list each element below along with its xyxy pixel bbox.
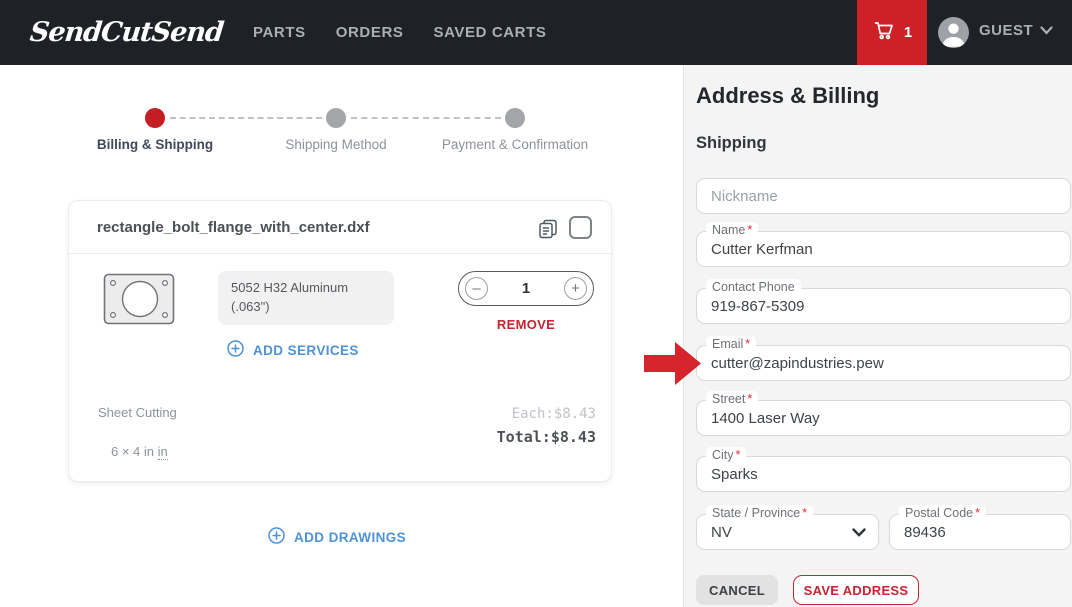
add-services-label: ADD SERVICES bbox=[253, 343, 359, 358]
price-each-label: Each: bbox=[512, 406, 554, 422]
quantity-decrease-button[interactable]: – bbox=[465, 277, 488, 300]
price-total-label: Total: bbox=[497, 428, 551, 446]
city-input[interactable] bbox=[697, 457, 1070, 491]
price-each-value: $8.43 bbox=[554, 406, 596, 422]
nav-item-orders[interactable]: ORDERS bbox=[336, 24, 404, 41]
part-dimensions: 6 × 4 in in bbox=[111, 444, 168, 459]
required-asterisk: * bbox=[747, 223, 752, 237]
duplicate-part-icon[interactable] bbox=[536, 217, 560, 241]
email-label: Email* bbox=[706, 336, 756, 352]
cart-count-badge: 1 bbox=[904, 24, 912, 41]
chevron-down-icon bbox=[852, 524, 866, 541]
nav-item-parts[interactable]: PARTS bbox=[253, 24, 306, 41]
step-label-billing-shipping[interactable]: Billing & Shipping bbox=[75, 137, 235, 152]
user-menu-label: GUEST bbox=[979, 22, 1033, 39]
name-field: Name* bbox=[696, 231, 1071, 267]
name-label: Name* bbox=[706, 222, 758, 238]
contact-phone-label-text: Contact Phone bbox=[712, 280, 795, 294]
postal-code-label-text: Postal Code bbox=[905, 506, 973, 520]
nickname-input[interactable] bbox=[697, 179, 1070, 213]
price-total-value: $8.43 bbox=[551, 428, 596, 446]
state-province-label-text: State / Province bbox=[712, 506, 800, 520]
street-label: Street* bbox=[706, 391, 758, 407]
email-label-text: Email bbox=[712, 337, 743, 351]
required-asterisk: * bbox=[975, 506, 980, 520]
state-province-label: State / Province* bbox=[706, 505, 813, 521]
step-label-payment-confirmation[interactable]: Payment & Confirmation bbox=[435, 137, 595, 152]
dimensions-value: 6 × 4 in bbox=[111, 444, 154, 459]
chevron-down-icon bbox=[1040, 22, 1053, 39]
street-label-text: Street bbox=[712, 392, 745, 406]
cart-button[interactable]: 1 bbox=[857, 0, 927, 65]
add-drawings-label: ADD DRAWINGS bbox=[294, 530, 406, 545]
remove-part-link[interactable]: REMOVE bbox=[458, 317, 594, 332]
add-services-link[interactable]: ADD SERVICES bbox=[227, 340, 359, 360]
panel-title: Address & Billing bbox=[696, 83, 879, 109]
postal-code-label: Postal Code* bbox=[899, 505, 986, 521]
sendcutsend-logo[interactable]: SendCutSend bbox=[28, 17, 224, 48]
top-nav-bar: SendCutSend PARTS ORDERS SAVED CARTS 1 G… bbox=[0, 0, 1072, 65]
name-label-text: Name bbox=[712, 223, 745, 237]
postal-code-field: Postal Code* bbox=[889, 514, 1071, 550]
price-each: Each:$8.43 bbox=[512, 406, 596, 422]
step-dot-shipping-method[interactable] bbox=[326, 108, 346, 128]
step-connector bbox=[170, 117, 322, 119]
plus-circle-icon bbox=[268, 527, 285, 547]
step-dot-payment-confirmation[interactable] bbox=[505, 108, 525, 128]
email-field: Email* bbox=[696, 345, 1071, 381]
quantity-input[interactable] bbox=[506, 280, 546, 297]
state-province-field: State / Province* NV bbox=[696, 514, 879, 550]
state-province-value: NV bbox=[711, 524, 732, 541]
city-label-text: City bbox=[712, 448, 734, 462]
street-field: Street* bbox=[696, 400, 1071, 436]
price-total: Total:$8.43 bbox=[497, 428, 596, 446]
shipping-section-heading: Shipping bbox=[696, 134, 767, 153]
required-asterisk: * bbox=[802, 506, 807, 520]
part-thumbnail bbox=[103, 273, 175, 330]
plus-circle-icon bbox=[227, 340, 244, 360]
process-label: Sheet Cutting bbox=[98, 405, 177, 420]
quantity-increase-button[interactable]: + bbox=[564, 277, 587, 300]
nickname-field bbox=[696, 178, 1071, 214]
step-connector bbox=[351, 117, 501, 119]
step-dot-billing-shipping[interactable] bbox=[145, 108, 165, 128]
select-part-checkbox[interactable] bbox=[569, 216, 592, 239]
cancel-button[interactable]: CANCEL bbox=[696, 575, 778, 605]
main-nav: PARTS ORDERS SAVED CARTS bbox=[253, 24, 547, 41]
required-asterisk: * bbox=[745, 337, 750, 351]
contact-phone-label: Contact Phone bbox=[706, 279, 801, 295]
material-chip: 5052 H32 Aluminum (.063") bbox=[218, 271, 394, 325]
cart-item-card: rectangle_bolt_flange_with_center.dxf 50… bbox=[68, 200, 612, 482]
save-address-button[interactable]: SAVE ADDRESS bbox=[793, 575, 919, 605]
step-label-shipping-method[interactable]: Shipping Method bbox=[256, 137, 416, 152]
add-drawings-link[interactable]: ADD DRAWINGS bbox=[268, 527, 406, 547]
required-asterisk: * bbox=[747, 392, 752, 406]
avatar[interactable] bbox=[938, 17, 969, 48]
cart-icon bbox=[872, 18, 896, 47]
user-menu[interactable]: GUEST bbox=[979, 22, 1053, 39]
address-billing-panel: Address & Billing Shipping Name* Contact… bbox=[683, 65, 1072, 607]
nav-item-saved-carts[interactable]: SAVED CARTS bbox=[433, 24, 546, 41]
dimensions-unit-tooltip[interactable]: in bbox=[158, 444, 168, 460]
city-label: City* bbox=[706, 447, 746, 463]
card-divider bbox=[69, 253, 611, 254]
required-asterisk: * bbox=[736, 448, 741, 462]
part-filename: rectangle_bolt_flange_with_center.dxf bbox=[97, 219, 370, 236]
contact-phone-field: Contact Phone bbox=[696, 288, 1071, 324]
quantity-stepper: – + bbox=[458, 271, 594, 306]
email-callout-arrow-icon bbox=[644, 340, 702, 387]
city-field: City* bbox=[696, 456, 1071, 492]
